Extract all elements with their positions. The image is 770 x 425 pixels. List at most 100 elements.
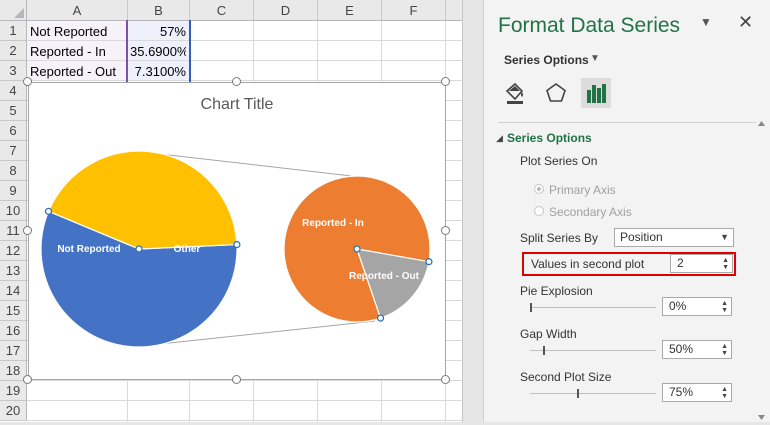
point-handle[interactable] <box>135 245 143 253</box>
series-options-caret-icon[interactable]: ▼ <box>590 53 600 64</box>
series-options-dropdown[interactable]: Series Options <box>504 53 589 67</box>
second-plot-size-slider-thumb[interactable] <box>577 389 580 398</box>
row-header-10[interactable]: 10 <box>0 201 27 221</box>
point-handle[interactable] <box>233 240 241 249</box>
column-header-d[interactable]: D <box>254 0 318 21</box>
format-data-series-pane: Format Data Series ▼ ✕ Series Options ▼ … <box>483 0 770 422</box>
spin-down-icon[interactable]: ▼ <box>721 307 728 314</box>
chart-resize-handle-t[interactable] <box>232 77 241 86</box>
row-header-5[interactable]: 5 <box>0 101 27 121</box>
chart-area[interactable]: Chart Title Not Reported Other Reported - … <box>28 82 446 380</box>
split-series-by-value: Position <box>620 230 663 244</box>
spin-down-icon[interactable]: ▼ <box>722 264 729 271</box>
row-header-19[interactable]: 19 <box>0 381 27 401</box>
row-header-1[interactable]: 1 <box>0 21 27 41</box>
row-header-9[interactable]: 9 <box>0 181 27 201</box>
point-handle[interactable] <box>425 258 433 266</box>
fill-line-icon[interactable] <box>500 78 530 108</box>
chart-title: Chart Title <box>201 96 274 113</box>
column-header-e[interactable]: E <box>318 0 382 21</box>
split-series-by-select[interactable]: Position ▼ <box>614 228 734 247</box>
spin-up-icon[interactable]: ▲ <box>721 343 728 350</box>
column-header-g[interactable] <box>446 0 462 21</box>
chart-resize-handle-bl[interactable] <box>23 375 32 384</box>
row-header-20[interactable]: 20 <box>0 401 27 421</box>
column-header-b[interactable]: B <box>128 0 190 21</box>
pie-explosion-track[interactable] <box>530 307 656 308</box>
split-series-by-label: Split Series By <box>520 231 599 245</box>
row-header-13[interactable]: 13 <box>0 261 27 281</box>
label-not-reported: Not Reported <box>57 244 120 255</box>
primary-axis-label: Primary Axis <box>549 183 616 197</box>
cell-b3[interactable]: 7.3100% <box>130 62 186 81</box>
pane-scrollbar[interactable] <box>753 120 770 422</box>
close-icon[interactable]: ✕ <box>738 12 753 33</box>
pie-explosion-spinner[interactable]: 0% ▲ ▼ <box>662 297 732 316</box>
label-reported-in: Reported - In <box>302 218 364 229</box>
gap-width-track[interactable] <box>530 350 656 351</box>
second-plot-size-spinner[interactable]: 75% ▲ ▼ <box>662 383 732 402</box>
second-plot-size-track[interactable] <box>530 393 656 394</box>
row-header-2[interactable]: 2 <box>0 41 27 61</box>
spin-up-icon[interactable]: ▲ <box>721 386 728 393</box>
label-reported-out: Reported - Out <box>349 271 420 282</box>
cell-b2[interactable]: 35.6900% <box>130 42 186 61</box>
range-border-b <box>189 20 191 82</box>
row-header-6[interactable]: 6 <box>0 121 27 141</box>
secondary-axis-label: Secondary Axis <box>549 205 632 219</box>
chart-resize-handle-tr[interactable] <box>441 77 450 86</box>
pane-splitter[interactable] <box>462 0 483 422</box>
row-header-8[interactable]: 8 <box>0 161 27 181</box>
spreadsheet-grid[interactable]: A B C D E F 1 2 3 4 5 6 7 8 9 10 11 12 13 14 15 16 17 18 1… <box>0 0 462 422</box>
plot-series-on-label: Plot Series On <box>520 154 598 168</box>
pie-explosion-label: Pie Explosion <box>520 284 593 298</box>
pie-explosion-slider-thumb[interactable] <box>530 303 532 312</box>
cell-a1[interactable]: Not Reported <box>30 22 126 41</box>
point-handle[interactable] <box>44 207 53 215</box>
gap-width-label: Gap Width <box>520 327 577 341</box>
row-header-16[interactable]: 16 <box>0 321 27 341</box>
gridline-h <box>27 420 462 421</box>
collapse-triangle-icon[interactable]: ◢ <box>496 133 503 144</box>
second-plot-size-value: 75% <box>669 385 694 399</box>
chart-resize-handle-tl[interactable] <box>23 77 32 86</box>
chevron-down-icon[interactable]: ▼ <box>700 15 712 29</box>
gap-width-slider-thumb[interactable] <box>542 346 545 355</box>
spin-down-icon[interactable]: ▼ <box>721 350 728 357</box>
column-header-a[interactable]: A <box>27 0 128 21</box>
row-header-12[interactable]: 12 <box>0 241 27 261</box>
pane-separator <box>498 122 756 123</box>
cell-b1[interactable]: 57% <box>130 22 186 41</box>
values-in-second-plot-value: 2 <box>677 256 684 270</box>
select-all-corner[interactable] <box>0 0 27 21</box>
chevron-down-icon: ▼ <box>720 232 729 242</box>
cell-a3[interactable]: Reported - Out <box>30 62 126 81</box>
cell-a2[interactable]: Reported - In <box>30 42 126 61</box>
spin-up-icon[interactable]: ▲ <box>722 257 729 264</box>
row-header-17[interactable]: 17 <box>0 341 27 361</box>
point-handle[interactable] <box>376 314 385 322</box>
effects-pentagon-icon[interactable] <box>541 78 571 108</box>
column-header-c[interactable]: C <box>190 0 254 21</box>
primary-axis-radio[interactable] <box>534 184 544 194</box>
label-other: Other <box>174 244 201 255</box>
section-series-options[interactable]: Series Options <box>507 131 592 145</box>
spin-down-icon[interactable]: ▼ <box>721 393 728 400</box>
values-in-second-plot-spinner[interactable]: 2 ▲ ▼ <box>670 254 733 273</box>
secondary-axis-radio[interactable] <box>534 206 544 216</box>
series-options-bar-icon[interactable] <box>581 78 611 108</box>
row-header-14[interactable]: 14 <box>0 281 27 301</box>
chart-resize-handle-r[interactable] <box>441 226 450 235</box>
chart-resize-handle-b[interactable] <box>232 375 241 384</box>
chart-resize-handle-l[interactable] <box>23 226 32 235</box>
point-handle[interactable] <box>353 245 361 253</box>
chart-resize-handle-br[interactable] <box>441 375 450 384</box>
pie-explosion-value: 0% <box>669 299 687 313</box>
column-header-f[interactable]: F <box>382 0 446 21</box>
row-header-7[interactable]: 7 <box>0 141 27 161</box>
values-in-second-plot-label: Values in second plot <box>531 257 645 271</box>
spin-up-icon[interactable]: ▲ <box>721 300 728 307</box>
row-header-15[interactable]: 15 <box>0 301 27 321</box>
pane-title: Format Data Series <box>498 14 681 37</box>
gap-width-spinner[interactable]: 50% ▲ ▼ <box>662 340 732 359</box>
